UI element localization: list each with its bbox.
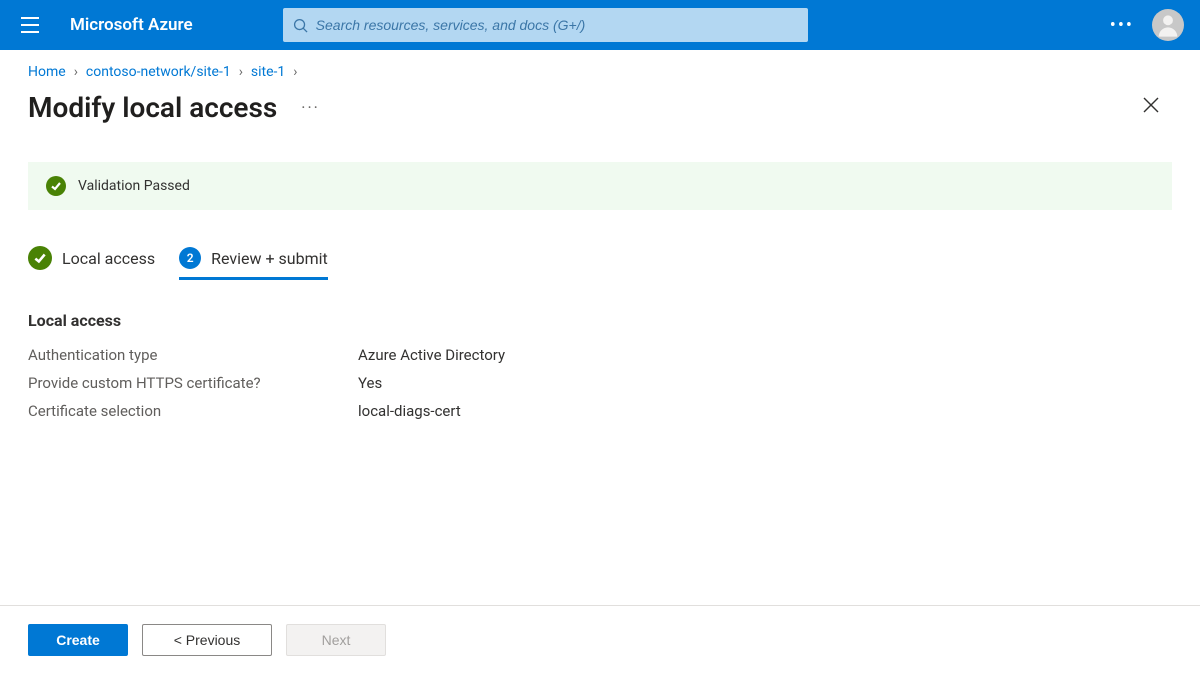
breadcrumb-home[interactable]: Home	[28, 64, 66, 80]
next-button: Next	[286, 624, 386, 656]
create-button[interactable]: Create	[28, 624, 128, 656]
breadcrumb: Home › contoso-network/site-1 › site-1 ›	[0, 50, 1200, 86]
step-local-access[interactable]: Local access	[28, 240, 155, 280]
brand-label: Microsoft Azure	[70, 15, 193, 35]
topbar: Microsoft Azure •••	[0, 0, 1200, 50]
user-avatar[interactable]	[1152, 9, 1184, 41]
close-button[interactable]	[1136, 90, 1166, 124]
prop-label: Certificate selection	[28, 402, 358, 420]
topbar-more-button[interactable]: •••	[1110, 15, 1134, 36]
wizard-footer: Create < Previous Next	[0, 605, 1200, 680]
step-label: Local access	[62, 249, 155, 268]
breadcrumb-item-2[interactable]: site-1	[251, 64, 285, 80]
prop-value: local-diags-cert	[358, 402, 1172, 420]
prop-value: Yes	[358, 374, 1172, 392]
chevron-right-icon: ›	[239, 64, 243, 80]
step-review-submit[interactable]: 2 Review + submit	[179, 241, 328, 279]
properties-grid: Authentication type Azure Active Directo…	[28, 346, 1172, 420]
check-circle-icon	[46, 176, 66, 196]
chevron-right-icon: ›	[74, 64, 78, 80]
section-title-local-access: Local access	[28, 311, 1172, 330]
validation-banner: Validation Passed	[28, 162, 1172, 210]
prop-value: Azure Active Directory	[358, 346, 1172, 364]
search-input[interactable]	[316, 17, 798, 33]
breadcrumb-item-1[interactable]: contoso-network/site-1	[86, 64, 231, 80]
chevron-right-icon: ›	[293, 64, 297, 80]
prop-label: Provide custom HTTPS certificate?	[28, 374, 358, 392]
validation-banner-text: Validation Passed	[78, 178, 190, 194]
hamburger-menu-button[interactable]	[10, 5, 50, 45]
previous-button[interactable]: < Previous	[142, 624, 272, 656]
page-title: Modify local access	[28, 91, 277, 124]
wizard-steps: Local access 2 Review + submit	[28, 240, 1172, 281]
check-circle-icon	[28, 246, 52, 270]
global-search[interactable]	[283, 8, 808, 42]
search-icon	[293, 18, 308, 33]
step-number-badge: 2	[179, 247, 201, 269]
title-more-button[interactable]: ···	[301, 98, 320, 117]
title-row: Modify local access ···	[0, 86, 1200, 142]
step-label: Review + submit	[211, 249, 328, 268]
prop-label: Authentication type	[28, 346, 358, 364]
content-area: Validation Passed Local access 2 Review …	[0, 162, 1200, 420]
